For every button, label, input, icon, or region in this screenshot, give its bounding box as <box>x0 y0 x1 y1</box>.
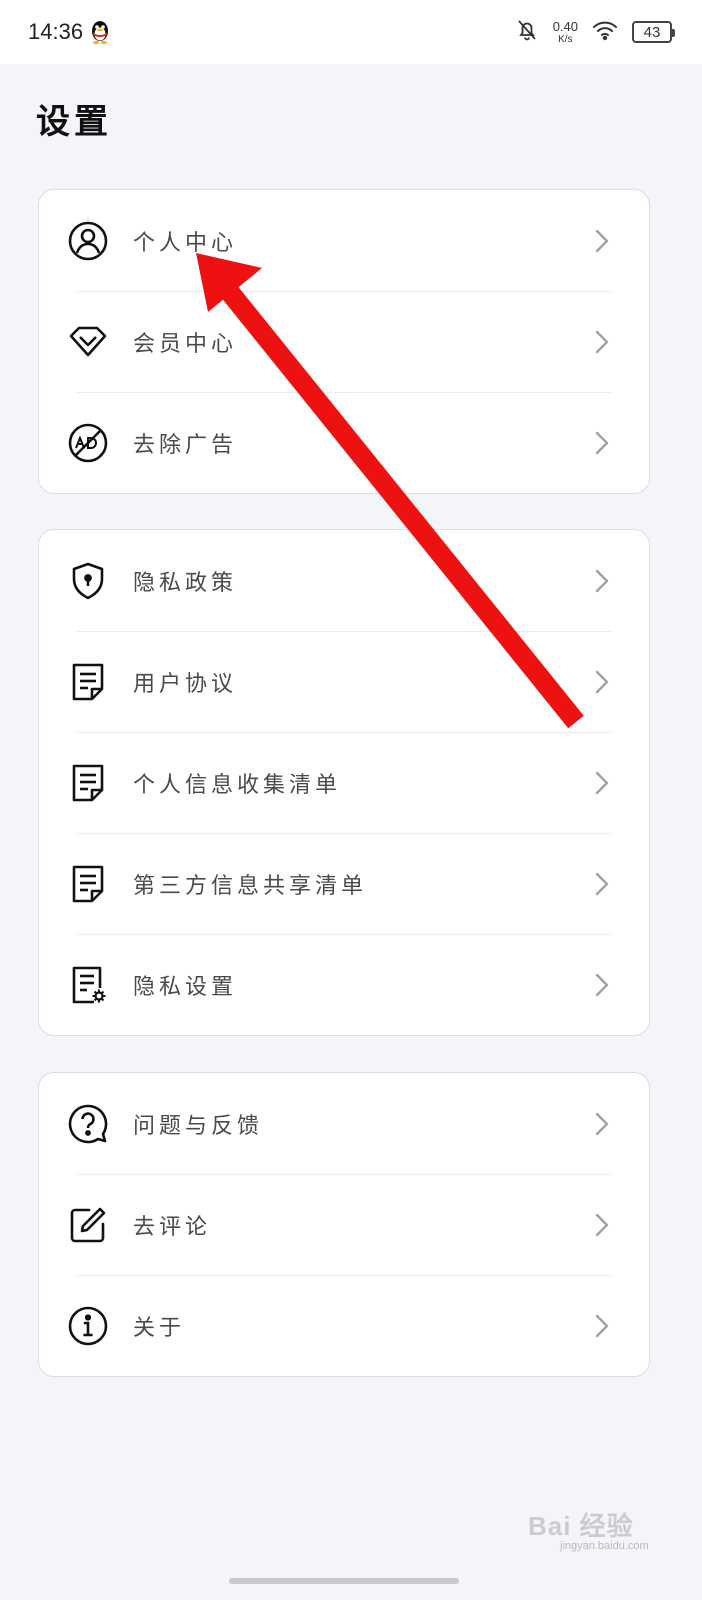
status-left: 14:36 <box>28 19 111 45</box>
settings-item-privacy-settings[interactable]: 隐私设置 <box>39 934 649 1035</box>
baidu-jingyan-watermark: Bai 经验 <box>528 1511 634 1541</box>
settings-item-label: 会员中心 <box>133 331 238 357</box>
baidu-jingyan-watermark-url: jingyan.baidu.com <box>560 1540 649 1552</box>
document-icon <box>67 863 109 905</box>
chevron-right-icon <box>593 770 611 796</box>
settings-item-feedback[interactable]: 问题与反馈 <box>39 1073 649 1174</box>
document-gear-icon <box>67 964 109 1006</box>
settings-item-label: 隐私政策 <box>133 570 238 596</box>
network-speed: 0.40 K/s <box>553 20 578 45</box>
edit-icon <box>67 1204 109 1246</box>
info-icon <box>67 1305 109 1347</box>
status-time: 14:36 <box>28 19 84 44</box>
chevron-right-icon <box>593 1111 611 1137</box>
shield-lock-icon <box>67 560 109 602</box>
settings-item-remove-ads[interactable]: 去除广告 <box>39 392 649 493</box>
settings-item-label: 去除广告 <box>133 432 238 458</box>
settings-item-personal-center[interactable]: 个人中心 <box>39 190 649 291</box>
settings-group-privacy: 隐私政策 用户协议 个人信息收集清单 第三方信息共享清单 隐私设置 <box>38 529 650 1036</box>
question-bubble-icon <box>67 1103 109 1145</box>
document-icon <box>67 661 109 703</box>
qq-penguin-icon <box>89 19 111 45</box>
chevron-right-icon <box>593 568 611 594</box>
settings-group-account: 个人中心 会员中心 去除广告 <box>38 189 650 494</box>
settings-item-rate-app[interactable]: 去评论 <box>39 1174 649 1275</box>
page-title: 设置 <box>36 102 112 142</box>
chevron-right-icon <box>593 1313 611 1339</box>
settings-item-label: 问题与反馈 <box>133 1113 264 1139</box>
network-speed-unit: K/s <box>558 33 573 45</box>
settings-group-support: 问题与反馈 去评论 关于 <box>38 1072 650 1377</box>
chevron-right-icon <box>593 1212 611 1238</box>
chevron-right-icon <box>593 669 611 695</box>
home-indicator[interactable] <box>229 1578 459 1584</box>
settings-item-label: 关于 <box>133 1315 186 1341</box>
diamond-vip-icon <box>67 321 109 363</box>
no-ad-icon <box>67 422 109 464</box>
settings-item-label: 个人信息收集清单 <box>133 772 342 798</box>
settings-item-label: 个人中心 <box>133 230 238 256</box>
settings-item-about[interactable]: 关于 <box>39 1275 649 1376</box>
chevron-right-icon <box>593 972 611 998</box>
status-right: 0.40 K/s 43 <box>515 18 675 46</box>
settings-item-vip-center[interactable]: 会员中心 <box>39 291 649 392</box>
settings-item-label: 第三方信息共享清单 <box>133 873 368 899</box>
network-speed-value: 0.40 <box>552 18 578 34</box>
chevron-right-icon <box>593 228 611 254</box>
battery-indicator: 43 <box>632 21 675 43</box>
status-bar: 14:36 0.40 K/s 43 <box>0 0 702 64</box>
document-icon <box>67 762 109 804</box>
chevron-right-icon <box>593 329 611 355</box>
user-circle-icon <box>67 220 109 262</box>
settings-item-privacy-policy[interactable]: 隐私政策 <box>39 530 649 631</box>
settings-item-label: 用户协议 <box>133 671 238 697</box>
settings-item-label: 隐私设置 <box>133 974 238 1000</box>
chevron-right-icon <box>593 430 611 456</box>
settings-item-third-party-sharing-list[interactable]: 第三方信息共享清单 <box>39 833 649 934</box>
settings-item-personal-info-list[interactable]: 个人信息收集清单 <box>39 732 649 833</box>
chevron-right-icon <box>593 871 611 897</box>
wifi-icon <box>592 19 618 45</box>
settings-item-label: 去评论 <box>133 1214 212 1240</box>
bell-muted-icon <box>515 18 539 46</box>
settings-item-user-agreement[interactable]: 用户协议 <box>39 631 649 732</box>
